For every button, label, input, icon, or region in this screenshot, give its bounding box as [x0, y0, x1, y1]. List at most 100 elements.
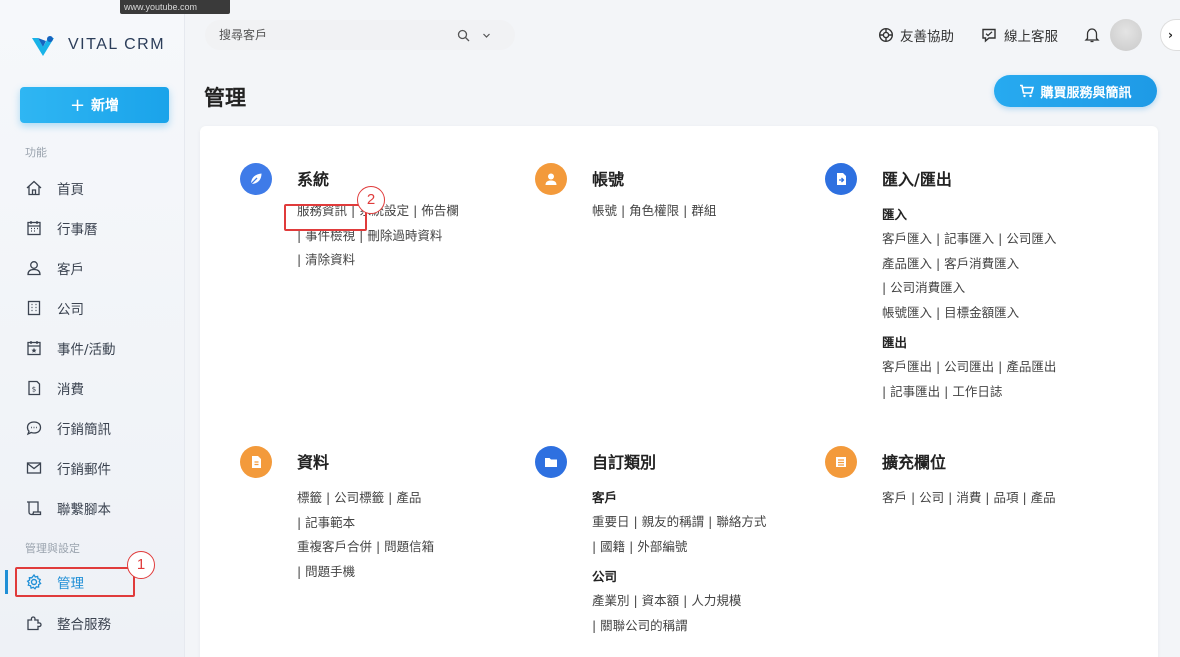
module-link-line[interactable]: | 國籍 | 外部編號: [592, 535, 822, 560]
search-icon[interactable]: [457, 29, 470, 42]
script-icon: [27, 501, 42, 516]
mail-icon: [26, 462, 42, 474]
buy-services-label: 購買服務與簡訊: [1040, 85, 1132, 101]
annotation-box-2: [284, 204, 367, 231]
cart-icon: [1020, 84, 1035, 98]
module-title: 擴充欄位: [882, 453, 947, 472]
customers-icon: [27, 261, 41, 276]
sidebar-item-home[interactable]: 首頁: [25, 176, 84, 200]
sidebar-item-consumption[interactable]: $ 消費: [25, 376, 84, 400]
chevron-down-icon[interactable]: [482, 31, 491, 40]
url-tooltip: www.youtube.com: [120, 0, 230, 14]
import-heading: 匯入: [882, 207, 908, 222]
chevron-right-icon: ›: [1168, 28, 1173, 42]
module-link-line[interactable]: 客戶匯出 | 公司匯出 | 產品匯出: [882, 355, 1112, 380]
expand-panel-button[interactable]: ›: [1160, 19, 1180, 51]
support-link[interactable]: 線上客服: [980, 25, 1058, 45]
plus-icon: +: [69, 94, 86, 116]
customer-heading: 客戶: [592, 490, 618, 505]
sidebar-item-company[interactable]: 公司: [25, 296, 84, 320]
module-links: 客戶 | 公司 | 消費 | 品項 | 產品: [882, 486, 1112, 511]
module-link-line[interactable]: | 清除資料: [297, 248, 527, 273]
export-heading: 匯出: [882, 335, 908, 350]
sidebar-item-label: 行銷郵件: [57, 462, 111, 478]
puzzle-icon: [27, 616, 42, 631]
chat-icon: [982, 28, 996, 43]
add-new-button[interactable]: + 新增: [20, 87, 169, 123]
sidebar-item-label: 客戶: [57, 262, 84, 278]
sidebar-item-events[interactable]: 事件/活動: [25, 336, 116, 360]
module-link-line[interactable]: | 問題手機: [297, 560, 527, 585]
module-links: 客戶 重要日 | 親友的稱謂 | 聯絡方式 | 國籍 | 外部編號 公司 產業別…: [592, 486, 822, 638]
sidebar-item-label: 事件/活動: [57, 342, 116, 358]
header-actions: 友善協助 線上客服 ›: [878, 18, 1180, 52]
module-link-line[interactable]: 重要日 | 親友的稱謂 | 聯絡方式: [592, 510, 822, 535]
module-title: 資料: [297, 453, 330, 472]
sidebar-item-integration[interactable]: 整合服務: [25, 611, 111, 635]
document-icon: [240, 446, 272, 478]
support-label: 線上客服: [1004, 29, 1058, 45]
module-link-line[interactable]: 產品匯入 | 客戶消費匯入: [882, 252, 1112, 277]
annotation-marker-1: 1: [127, 551, 155, 579]
sidebar-item-scripts[interactable]: 聯繫腳本: [25, 496, 111, 520]
help-label: 友善協助: [900, 29, 954, 45]
page-title: 管理: [204, 86, 246, 110]
module-links: 帳號 | 角色權限 | 群組: [592, 199, 822, 224]
module-title: 自訂類別: [592, 453, 657, 472]
bell-icon[interactable]: [1084, 26, 1100, 44]
module-title: 帳號: [592, 170, 625, 189]
sidebar-item-label: 行銷簡訊: [57, 422, 111, 438]
sidebar-item-label: 整合服務: [57, 617, 111, 633]
module-link-line[interactable]: 客戶 | 公司 | 消費 | 品項 | 產品: [882, 486, 1112, 511]
module-link-line[interactable]: | 關聯公司的稱謂: [592, 614, 822, 639]
sms-icon: [26, 421, 42, 436]
form-icon: [825, 446, 857, 478]
module-link-line[interactable]: | 公司消費匯入: [882, 276, 1112, 301]
vital-logo-icon: [32, 36, 54, 56]
buy-services-button[interactable]: 購買服務與簡訊: [994, 75, 1157, 107]
sidebar-item-sms[interactable]: 行銷簡訊: [25, 416, 111, 440]
avatar[interactable]: [1110, 19, 1142, 51]
annotation-box-1: [15, 567, 135, 597]
svg-text:$: $: [32, 386, 36, 394]
user-icon: [535, 163, 567, 195]
module-title: 系統: [297, 170, 330, 189]
module-link-line[interactable]: 標籤 | 公司標籤 | 產品: [297, 486, 527, 511]
sidebar-item-label: 首頁: [57, 182, 84, 198]
import-export-icon: [825, 163, 857, 195]
module-link-line[interactable]: 帳號 | 角色權限 | 群組: [592, 199, 822, 224]
sidebar-item-calendar[interactable]: 行事曆: [25, 216, 98, 240]
search-bar[interactable]: [205, 20, 515, 50]
calendar-icon: [27, 221, 41, 236]
company-heading: 公司: [592, 569, 618, 584]
folder-icon: [535, 446, 567, 478]
module-link-line[interactable]: 產業別 | 資本額 | 人力規模: [592, 589, 822, 614]
module-link-line[interactable]: 客戶匯入 | 記事匯入 | 公司匯入: [882, 227, 1112, 252]
logo[interactable]: VITAL CRM: [28, 30, 165, 60]
active-indicator: [5, 570, 8, 594]
receipt-icon: $: [28, 380, 41, 396]
section-label-admin: 管理與設定: [25, 542, 80, 555]
module-links: 標籤 | 公司標籤 | 產品 | 記事範本 重複客戶合併 | 問題信箱 | 問題…: [297, 486, 527, 584]
help-link[interactable]: 友善協助: [878, 25, 954, 45]
home-icon: [26, 180, 42, 196]
module-link-line[interactable]: | 記事匯出 | 工作日誌: [882, 380, 1112, 405]
leaf-icon: [240, 163, 272, 195]
logo-text: VITAL CRM: [68, 36, 166, 53]
sidebar-item-label: 公司: [57, 302, 84, 318]
sidebar-item-customers[interactable]: 客戶: [25, 256, 84, 280]
building-icon: [27, 300, 41, 316]
lifebuoy-icon: [878, 27, 894, 43]
module-link-line[interactable]: | 記事範本: [297, 511, 527, 536]
search-input[interactable]: [219, 28, 439, 42]
sidebar-item-label: 消費: [57, 382, 84, 398]
annotation-marker-2: 2: [357, 186, 385, 214]
event-icon: [27, 341, 41, 356]
module-title: 匯入/匯出: [882, 170, 952, 189]
module-link-line[interactable]: 重複客戶合併 | 問題信箱: [297, 535, 527, 560]
sidebar: VITAL CRM + 新增 功能 首頁 行事曆 客戶 公司 事件/活動 $ 消…: [0, 0, 185, 657]
sidebar-item-label: 聯繫腳本: [57, 502, 111, 518]
module-link-line[interactable]: 帳號匯入 | 目標金額匯入: [882, 301, 1112, 326]
module-links: 匯入 客戶匯入 | 記事匯入 | 公司匯入 產品匯入 | 客戶消費匯入 | 公司…: [882, 203, 1112, 404]
sidebar-item-mail[interactable]: 行銷郵件: [25, 456, 111, 480]
